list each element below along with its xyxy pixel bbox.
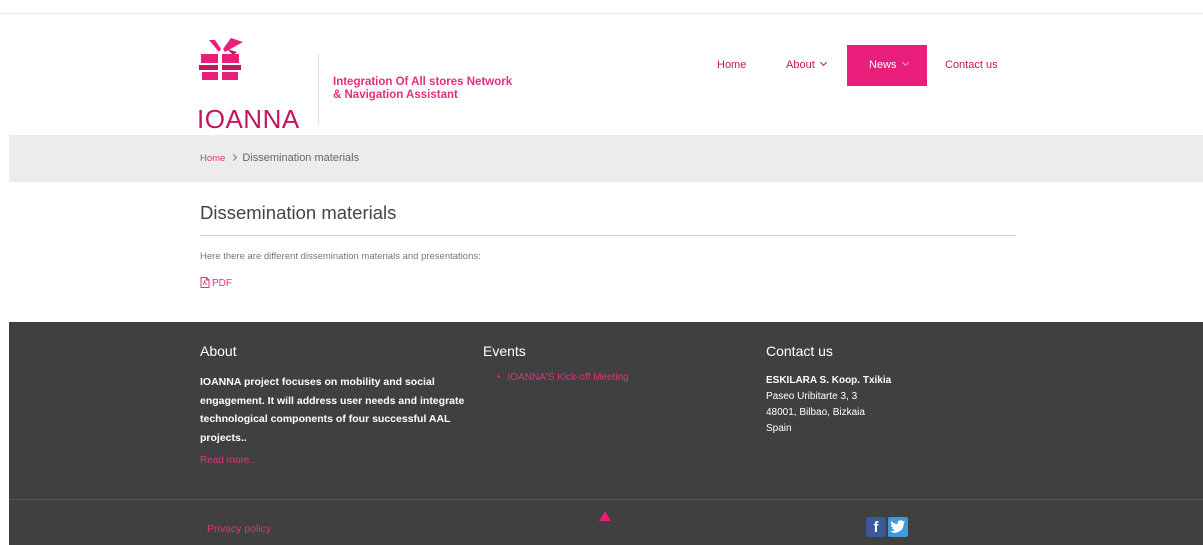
facebook-icon[interactable]: f (866, 517, 886, 537)
nav-news-label: News (869, 59, 897, 71)
site-header: IOANNA Integration Of All stores Network… (0, 14, 1203, 135)
privacy-policy-link[interactable]: Privacy policy (207, 523, 271, 535)
intro-text: Here there are different dissemination m… (200, 251, 481, 262)
footer-about-title: About (200, 343, 237, 359)
nav-contact[interactable]: Contact us (945, 45, 998, 86)
gift-logo-icon (199, 38, 243, 80)
pdf-link-label: PDF (212, 278, 232, 289)
twitter-bird-icon (890, 520, 906, 533)
footer-contact-title: Contact us (766, 343, 833, 359)
nav-contact-label: Contact us (945, 59, 998, 71)
event-link[interactable]: IOANNA'S Kick-off Meeting (508, 372, 629, 383)
site-tagline: Integration Of All stores Network & Navi… (333, 76, 512, 102)
contact-address: ESKILARA S. Koop. Txikia Paseo Uribitart… (766, 373, 891, 437)
footer-about-text: IOANNA project focuses on mobility and s… (200, 376, 465, 444)
nav-home-label: Home (717, 59, 747, 71)
footer-divider (9, 499, 1203, 500)
logo-divider (318, 54, 319, 124)
title-divider (200, 235, 1016, 236)
chevron-down-icon (901, 58, 909, 67)
read-more-link[interactable]: Read more.. (200, 455, 255, 466)
page-title: Dissemination materials (200, 202, 397, 223)
contact-org: ESKILARA S. Koop. Txikia (766, 375, 892, 386)
logo-wordmark: IOANNA (197, 104, 300, 134)
tagline-line-1: Integration Of All stores Network (333, 76, 513, 88)
back-to-top-icon[interactable] (599, 511, 611, 521)
event-item[interactable]: IOANNA'S Kick-off Meeting (497, 372, 629, 383)
footer-events-title: Events (483, 343, 526, 359)
chevron-down-icon (819, 58, 827, 67)
breadcrumb-home-link[interactable]: Home (200, 153, 225, 164)
pdf-download-link[interactable]: PDF (200, 277, 232, 289)
breadcrumb-bar: Home Dissemination materials (9, 135, 1203, 182)
pdf-file-icon (200, 277, 210, 288)
nav-news[interactable]: News (847, 45, 927, 86)
chevron-right-icon (230, 153, 238, 162)
events-list: IOANNA'S Kick-off Meeting (497, 372, 629, 383)
site-footer: About IOANNA project focuses on mobility… (9, 322, 1203, 545)
contact-country: Spain (766, 423, 792, 434)
tagline-line-2: & Navigation Assistant (333, 89, 458, 101)
nav-about-label: About (786, 59, 815, 71)
nav-about[interactable]: About (786, 45, 827, 86)
breadcrumb: Home Dissemination materials (200, 152, 359, 164)
nav-home[interactable]: Home (717, 45, 746, 86)
breadcrumb-current: Dissemination materials (242, 152, 360, 164)
contact-address-line1: Paseo Uribitarte 3, 3 (766, 391, 858, 402)
contact-address-line2: 48001, Bilbao, Bizkaia (766, 407, 865, 418)
site-logo[interactable]: IOANNA (197, 38, 307, 134)
twitter-icon[interactable] (888, 517, 908, 537)
